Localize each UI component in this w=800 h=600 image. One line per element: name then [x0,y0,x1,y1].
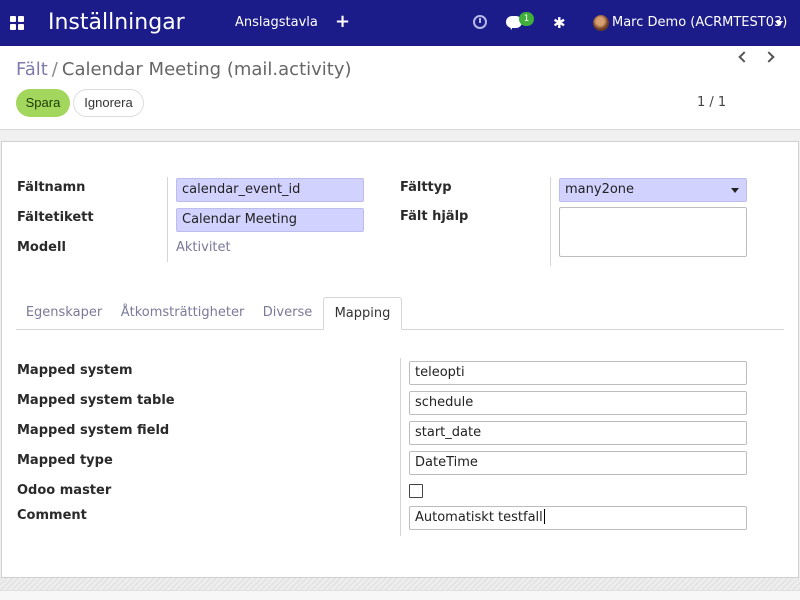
mapped-system-table-input[interactable]: schedule [409,391,747,415]
divider [167,177,168,262]
model-value[interactable]: Aktivitet [176,240,231,255]
chatter-bar [0,590,800,600]
mapped-type-input[interactable]: DateTime [409,451,747,475]
field-help-textarea[interactable] [559,207,747,257]
field-name-input[interactable]: calendar_event_id [176,178,364,202]
field-help-label: Fält hjälp [400,209,469,224]
tab-atkomstrattigheter[interactable]: Åtkomsträttigheter [114,297,251,330]
comment-value: Automatiskt testfall [415,510,543,525]
pager-previous-icon[interactable] [736,49,750,65]
user-avatar[interactable] [593,15,609,31]
comment-input[interactable]: Automatiskt testfall [409,506,747,530]
field-name-label: Fältnamn [17,180,86,195]
caret-down-icon[interactable] [775,21,783,26]
breadcrumb-parent-link[interactable]: Fält [16,59,48,80]
text-cursor [543,509,545,524]
divider [400,358,401,536]
menu-item-anslagstavla[interactable]: Anslagstavla [235,15,318,30]
user-menu[interactable]: Marc Demo (ACRMTEST03) [612,15,787,30]
sheet-bottom-strip [0,578,800,590]
pager-next-icon[interactable] [763,49,778,65]
top-navbar: Inställningar Anslagstavla + 1 ✱ Marc De… [0,0,800,46]
mapped-system-label: Mapped system [17,363,133,378]
chat-badge: 1 [519,12,534,26]
breadcrumb-current: Calendar Meeting (mail.activity) [61,59,352,80]
save-button[interactable]: Spara [16,89,70,117]
control-panel: Fält / Calendar Meeting (mail.activity) Sp… [0,46,800,130]
breadcrumb: Fält / Calendar Meeting (mail.activity) [16,58,352,82]
pager-value[interactable]: 1 / 1 [697,95,726,110]
debug-bug-icon[interactable]: ✱ [553,14,566,32]
odoo-master-label: Odoo master [17,483,112,498]
field-type-value: many2one [565,182,635,197]
mapped-type-label: Mapped type [17,453,113,468]
apps-menu-icon[interactable] [10,16,24,30]
tab-diverse[interactable]: Diverse [253,297,322,330]
odoo-master-checkbox[interactable] [409,484,423,498]
field-type-label: Fälttyp [400,180,452,195]
activity-clock-icon[interactable] [473,15,487,29]
divider [550,177,551,266]
discard-button[interactable]: Ignorera [73,89,144,117]
breadcrumb-separator: / [51,59,58,80]
comment-label: Comment [17,508,87,523]
notebook-tabs: Egenskaper Åtkomsträttigheter Diverse Ma… [16,297,784,330]
mapped-system-input[interactable]: teleopti [409,361,747,385]
quick-create-plus-icon[interactable]: + [335,11,350,32]
field-label-input[interactable]: Calendar Meeting [176,208,364,232]
tab-egenskaper[interactable]: Egenskaper [16,297,112,330]
mapped-system-field-input[interactable]: start_date [409,421,747,445]
app-title[interactable]: Inställningar [48,8,185,38]
field-type-select[interactable]: many2one [559,178,747,202]
select-caret-icon [731,188,739,193]
mapped-system-field-label: Mapped system field [17,423,170,438]
mapped-system-table-label: Mapped system table [17,393,175,408]
model-label: Modell [17,240,66,255]
field-label-label: Fältetikett [17,210,94,225]
tab-mapping[interactable]: Mapping [323,297,402,330]
